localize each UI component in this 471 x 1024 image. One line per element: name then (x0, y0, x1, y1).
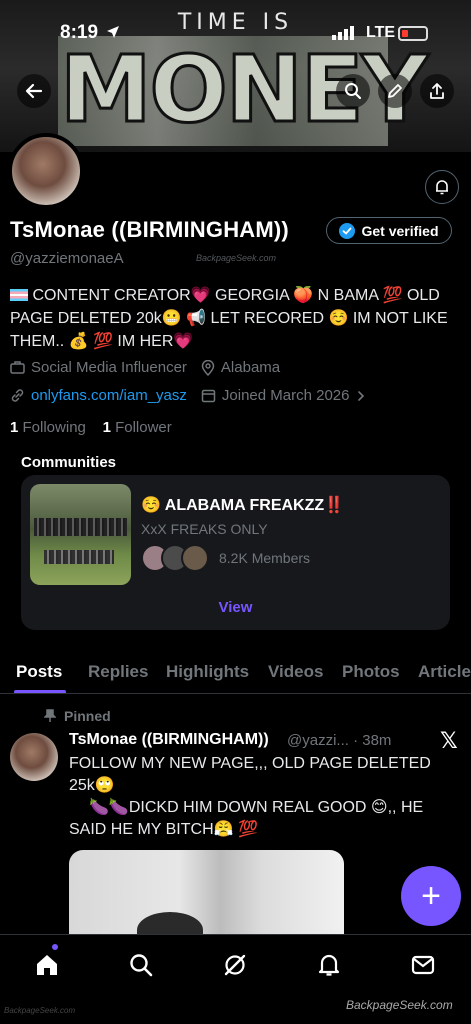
share-button[interactable] (420, 74, 454, 108)
community-image-crowd (34, 518, 127, 536)
profile-meta-row-1: Social Media Influencer Alabama (10, 359, 280, 376)
profile-meta-row-2: onlyfans.com/iam_yasz Joined March 2026 (10, 387, 366, 404)
member-avatar (181, 544, 209, 572)
pinned-label: Pinned (64, 708, 111, 724)
briefcase-icon (10, 361, 25, 374)
post-author[interactable]: TsMonae ((BIRMINGHAM)) (69, 731, 269, 749)
search-icon (345, 83, 362, 100)
calendar-icon (201, 389, 216, 403)
pinned-indicator: Pinned (44, 708, 111, 724)
post-avatar[interactable] (10, 733, 58, 781)
search-icon (130, 954, 153, 977)
community-name: ☺️ ALABAMA FREAKZZ‼️ (141, 497, 345, 514)
post-line-3: 🍆🍆DICKD HIM DOWN REAL GOOD 😊,, HE (89, 799, 424, 816)
get-verified-label: Get verified (361, 222, 439, 239)
display-name: TsMonae ((BIRMINGHAM)) (10, 217, 289, 242)
profile-avatar[interactable] (8, 133, 84, 209)
nav-messages[interactable] (407, 949, 439, 981)
profile-bio: CONTENT CREATOR💗 GEORGIA 🍑 N BAMA 💯 OLD … (10, 284, 465, 353)
location-arrow-icon (107, 26, 119, 38)
verified-badge-icon (339, 222, 356, 239)
profile-category: Social Media Influencer (31, 359, 187, 376)
post-line-2: 25k🙄 (69, 777, 115, 794)
battery-icon (398, 26, 428, 41)
following-label: Following (22, 419, 86, 436)
trans-flag-icon (10, 289, 28, 301)
profile-joined: Joined March 2026 (221, 387, 350, 404)
followers-count: 1 (102, 419, 111, 436)
profile-handle: @yazziemonaeA (10, 250, 124, 267)
notifications-icon (318, 954, 340, 976)
pin-icon (44, 709, 56, 722)
nav-notifications[interactable] (313, 949, 345, 981)
nav-search[interactable] (125, 949, 157, 981)
search-button[interactable] (336, 74, 370, 108)
community-image-crowd-2 (44, 550, 114, 564)
nav-grok[interactable] (219, 949, 251, 981)
community-members: 8.2K Members (219, 550, 311, 566)
followers-label: Follower (115, 419, 172, 436)
followers-link[interactable]: 1 Follower (103, 419, 172, 436)
watermark-bottom-right: BackpageSeek.com (346, 998, 453, 1012)
status-time: 8:19 (60, 22, 99, 43)
bio-line-3: THEM.. 💰 💯 IM HER💗 (10, 333, 194, 350)
post-line-1: FOLLOW MY NEW PAGE,,, OLD PAGE DELETED (69, 755, 431, 772)
following-link[interactable]: 1 Following (10, 419, 86, 436)
post-line-4: SAID HE MY BITCH😤 💯 (69, 821, 258, 838)
tab-highlights[interactable]: Highlights (166, 662, 249, 682)
tab-posts[interactable]: Posts (16, 662, 62, 682)
home-icon (37, 955, 57, 975)
edit-icon (388, 84, 402, 98)
signal-icon (332, 26, 354, 40)
x-logo-icon: 𝕏 (440, 728, 458, 753)
tab-articles[interactable]: Articles (418, 662, 471, 682)
location-pin-icon (201, 359, 215, 376)
post-media[interactable] (69, 850, 344, 940)
community-view-button[interactable]: View (21, 599, 450, 616)
watermark-bottom-left: BackpageSeek.com (4, 1006, 76, 1015)
home-notification-dot (52, 944, 58, 950)
profile-location: Alabama (220, 359, 281, 376)
edit-button[interactable] (378, 74, 412, 108)
profile-tabs: Posts Replies Highlights Videos Photos A… (0, 654, 471, 694)
back-button[interactable] (17, 74, 51, 108)
bell-plus-icon (436, 180, 448, 195)
profile-website-link[interactable]: onlyfans.com/iam_yasz (31, 387, 187, 404)
link-icon (11, 389, 24, 402)
following-count: 1 (10, 419, 19, 436)
status-bar: 8:19 LTE (0, 22, 471, 46)
chevron-right-icon[interactable] (356, 390, 366, 402)
tab-videos[interactable]: Videos (268, 662, 323, 682)
bio-line-2: PAGE DELETED 20k😬 📢 LET RECORED ☺️ IM NO… (10, 310, 448, 327)
tab-photos[interactable]: Photos (342, 662, 400, 682)
community-image (30, 484, 131, 585)
community-description: XxX FREAKS ONLY (141, 521, 268, 537)
compose-post-button[interactable]: + (401, 866, 461, 926)
follow-stats: 1 Following 1 Follower (10, 419, 172, 436)
tab-replies[interactable]: Replies (88, 662, 148, 682)
notify-button[interactable] (425, 170, 459, 204)
get-verified-button[interactable]: Get verified (326, 217, 452, 244)
messages-icon (411, 955, 435, 975)
grok-icon (224, 954, 246, 976)
nav-home[interactable] (31, 949, 63, 981)
watermark: BackpageSeek.com (196, 253, 277, 263)
active-tab-indicator (14, 690, 66, 693)
share-icon (430, 83, 444, 99)
bio-line-1: CONTENT CREATOR💗 GEORGIA 🍑 N BAMA 💯 OLD (32, 287, 440, 304)
back-icon (25, 83, 43, 99)
communities-heading: Communities (21, 454, 117, 471)
post-text: FOLLOW MY NEW PAGE,,, OLD PAGE DELETED 2… (69, 753, 461, 841)
community-card[interactable]: ☺️ ALABAMA FREAKZZ‼️ XxX FREAKS ONLY 8.2… (21, 475, 450, 630)
post-handle-time: @yazzi... · 38m (287, 732, 392, 749)
network-label: LTE (366, 24, 396, 41)
